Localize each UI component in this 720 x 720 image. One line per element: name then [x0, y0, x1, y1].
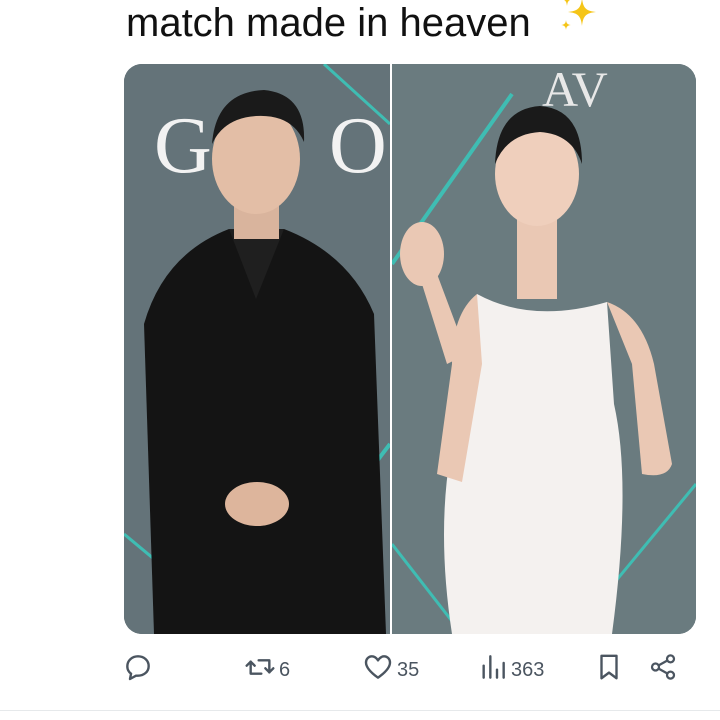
- bookmark-button[interactable]: [594, 648, 624, 692]
- like-icon: [362, 651, 394, 689]
- photo-right[interactable]: AV: [392, 64, 696, 634]
- share-button[interactable]: [648, 648, 678, 692]
- like-count: 35: [397, 658, 420, 681]
- share-icon: [648, 651, 678, 689]
- post-text: match made in heaven: [126, 0, 602, 48]
- repost-button[interactable]: 6: [244, 648, 290, 692]
- media-grid[interactable]: G O AV: [124, 64, 696, 634]
- photo-left[interactable]: G O: [124, 64, 390, 634]
- repost-icon: [244, 651, 276, 689]
- reply-button[interactable]: [122, 648, 157, 692]
- photo-right-illustration: AV: [392, 64, 696, 634]
- post-actions: 6 35 363: [122, 648, 696, 692]
- svg-text:O: O: [329, 102, 387, 190]
- views-button[interactable]: 363: [478, 648, 544, 692]
- photo-left-illustration: G O: [124, 64, 390, 634]
- views-icon: [478, 651, 508, 689]
- post-text-content: match made in heaven: [126, 1, 531, 45]
- like-button[interactable]: 35: [362, 648, 419, 692]
- sparkles-icon: [556, 0, 602, 48]
- svg-text:G: G: [154, 102, 212, 190]
- reply-icon: [122, 651, 154, 689]
- bookmark-icon: [594, 651, 624, 689]
- post-bottom-divider: [0, 710, 720, 711]
- repost-count: 6: [279, 658, 291, 681]
- view-count: 363: [511, 658, 545, 681]
